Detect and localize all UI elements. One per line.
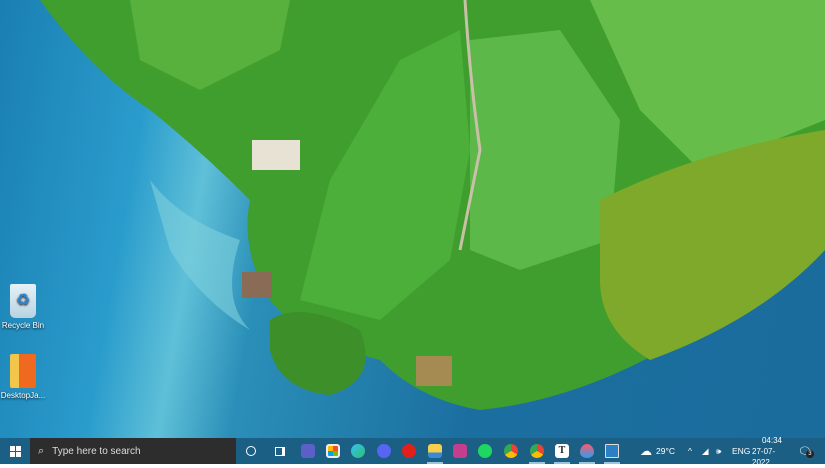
volume-icon: 🕪: [716, 446, 721, 457]
youtube-music-icon: [402, 444, 416, 458]
taskbar-app-typora[interactable]: T: [552, 438, 572, 464]
desktop-icon-label: DesktopJa...: [0, 391, 46, 400]
chrome-icon: [504, 444, 518, 458]
taskbar-app-chrome[interactable]: [502, 438, 520, 464]
typora-icon: T: [555, 444, 569, 458]
taskbar-app-remote-desktop[interactable]: [602, 438, 622, 464]
monitor-icon: [605, 444, 619, 458]
action-center-button[interactable]: 🗨 3: [798, 438, 816, 464]
language-button[interactable]: ENG: [732, 438, 750, 464]
cloud-icon: ☁: [640, 444, 652, 458]
desktop-icon-desktopja[interactable]: DesktopJa...: [0, 354, 46, 400]
taskbar-app-file-explorer[interactable]: [425, 438, 445, 464]
wifi-icon: ◢: [702, 446, 709, 457]
edge-icon: [351, 444, 365, 458]
desktop-icon-recycle-bin[interactable]: ♻ Recycle Bin: [0, 284, 46, 330]
discord-icon: [377, 444, 391, 458]
weather-temp: 29°C: [656, 446, 675, 456]
taskbar: ⌕ Type here to search T ☁ 29°C ^ ◢ 🕪 ENG…: [0, 438, 825, 464]
language-label: ENG: [732, 446, 750, 456]
taskbar-app-chrome-profile[interactable]: [527, 438, 547, 464]
taskbar-app-spotify[interactable]: [476, 438, 494, 464]
task-view-icon: [275, 447, 285, 456]
taskbar-app-onenote[interactable]: [451, 438, 469, 464]
show-hidden-icons-button[interactable]: ^: [688, 438, 692, 464]
search-placeholder: Type here to search: [52, 446, 140, 457]
task-view-button[interactable]: [271, 438, 289, 464]
taskbar-app-paint-drop[interactable]: [577, 438, 597, 464]
desktop-icon-label: Recycle Bin: [0, 321, 46, 330]
taskbar-app-teams[interactable]: [299, 438, 317, 464]
paint-drop-icon: [580, 444, 594, 458]
teams-icon: [301, 444, 315, 458]
network-button[interactable]: ◢: [702, 438, 709, 464]
clock-time: 04:34: [762, 435, 782, 446]
desktop-wallpaper: ♻ Recycle Bin DesktopJa...: [0, 0, 825, 438]
taskbar-app-discord[interactable]: [375, 438, 393, 464]
taskbar-app-youtube-music[interactable]: [400, 438, 418, 464]
wallpaper-landscape: [0, 0, 825, 438]
spotify-icon: [478, 444, 492, 458]
clock[interactable]: 04:34 27-07-2022: [752, 438, 792, 464]
search-icon: ⌕: [38, 445, 44, 458]
cortana-button[interactable]: [242, 438, 260, 464]
notification-count: 3: [806, 450, 814, 458]
folder-app-icon: [10, 354, 36, 388]
folder-icon: [428, 444, 442, 458]
weather-widget[interactable]: ☁ 29°C: [640, 438, 675, 464]
store-icon: [326, 444, 340, 458]
chevron-up-icon: ^: [688, 446, 692, 456]
windows-logo-icon: [10, 446, 21, 457]
recycle-bin-icon: ♻: [10, 284, 36, 318]
onenote-icon: [453, 444, 467, 458]
volume-button[interactable]: 🕪: [716, 438, 721, 464]
clock-date: 27-07-2022: [752, 446, 792, 468]
taskbar-app-edge[interactable]: [349, 438, 367, 464]
start-button[interactable]: [4, 438, 26, 464]
chrome-profile-icon: [530, 444, 544, 458]
taskbar-app-store[interactable]: [324, 438, 342, 464]
cortana-icon: [246, 446, 256, 456]
search-box[interactable]: ⌕ Type here to search: [30, 438, 236, 464]
